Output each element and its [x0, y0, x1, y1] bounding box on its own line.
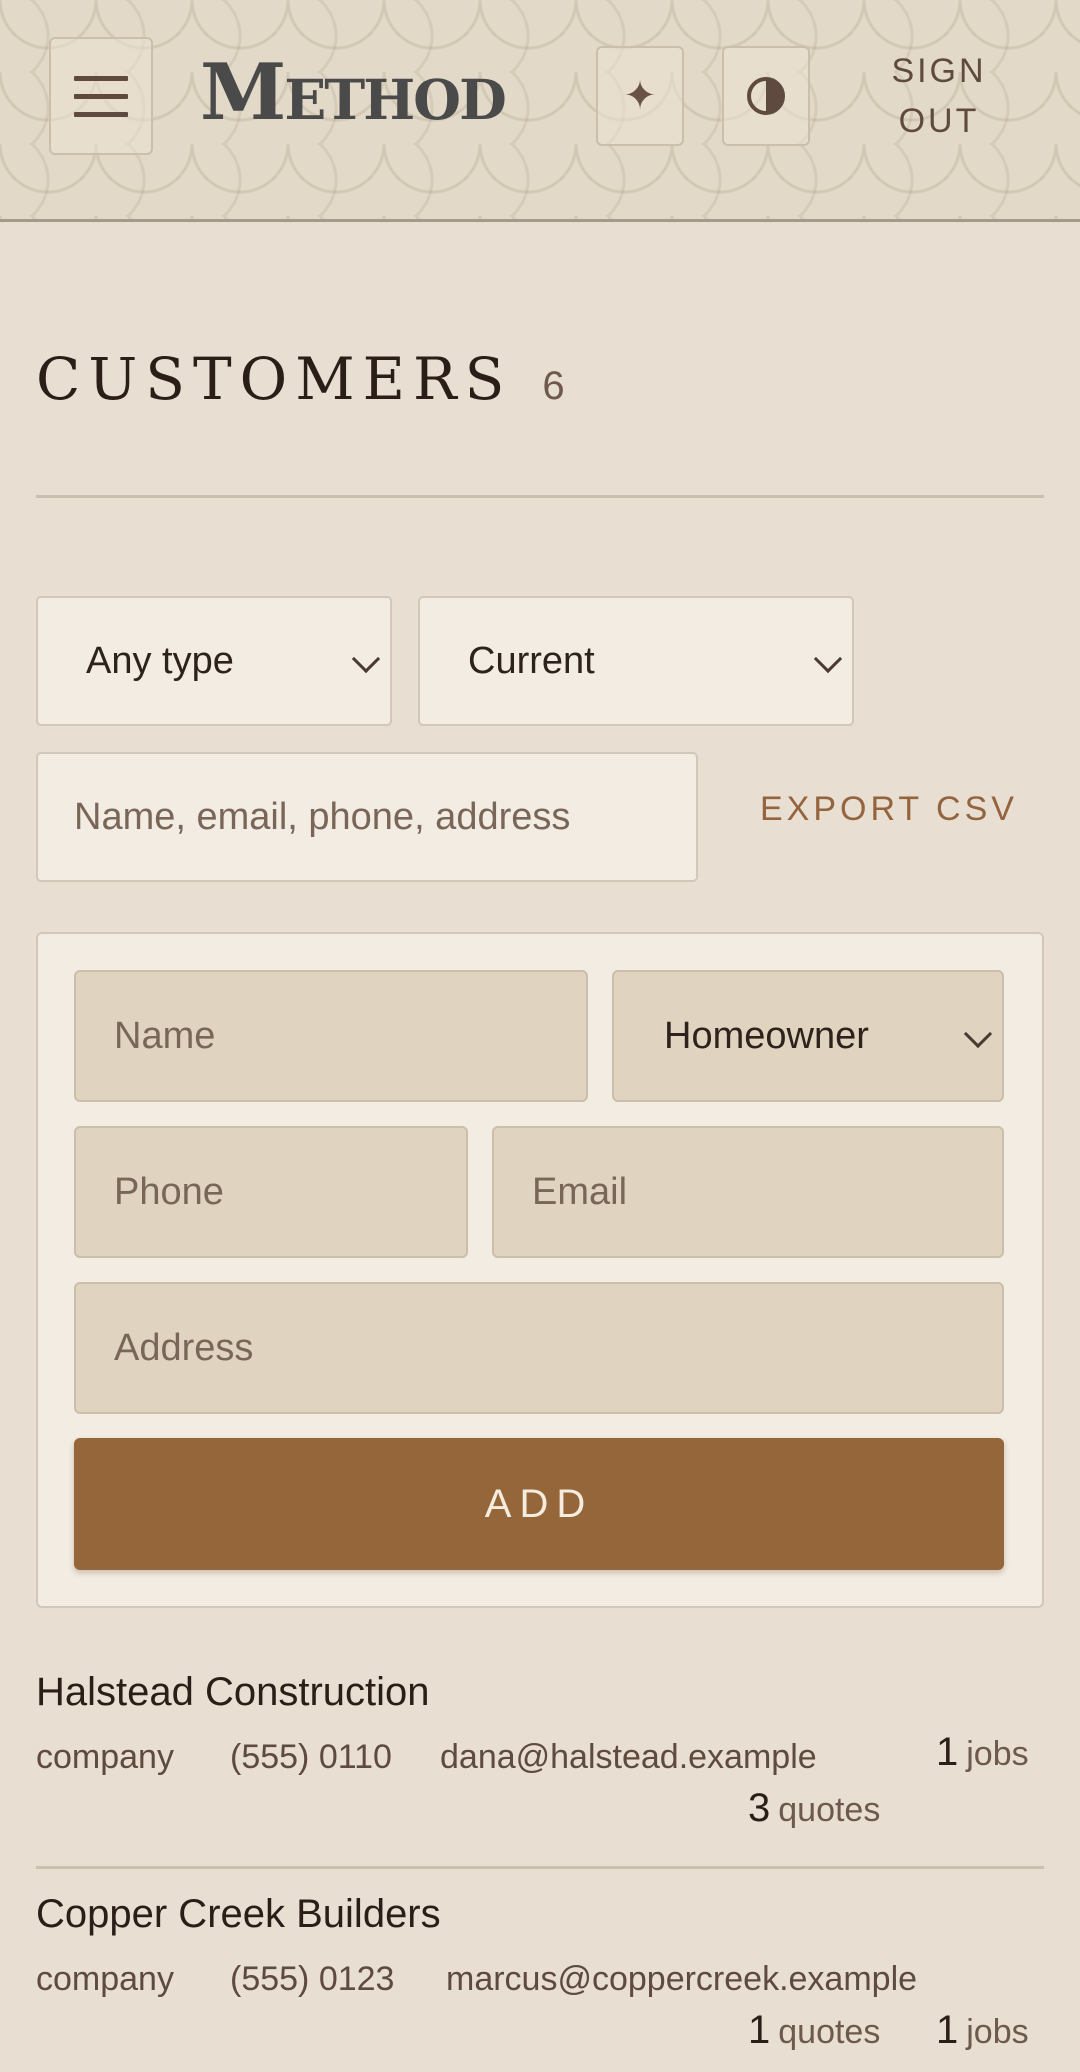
- menu-icon: [74, 76, 128, 117]
- export-csv-button[interactable]: EXPORT CSV: [760, 790, 1018, 829]
- phone-input[interactable]: Phone: [74, 1126, 468, 1258]
- address-placeholder: Address: [114, 1326, 254, 1369]
- page-title: CUSTOMERS: [36, 345, 513, 413]
- customer-jobs: 1 jobs: [936, 1730, 1029, 1775]
- jobs-count: 1: [936, 1730, 959, 1774]
- status-filter-select[interactable]: Current: [418, 596, 854, 726]
- customer-count: 6: [542, 364, 565, 408]
- email-input[interactable]: Email: [492, 1126, 1004, 1258]
- quotes-label: quotes: [778, 2013, 881, 2051]
- customer-phone[interactable]: (555) 0110: [230, 1738, 392, 1777]
- customer-phone[interactable]: (555) 0123: [230, 1960, 394, 1999]
- type-filter-select[interactable]: Any type: [36, 596, 392, 726]
- chevron-down-icon: [963, 1019, 993, 1049]
- sign-out-link[interactable]: SIGN OUT: [862, 46, 1016, 146]
- address-input[interactable]: Address: [74, 1282, 1004, 1414]
- add-customer-button[interactable]: ADD: [74, 1438, 1004, 1570]
- customer-jobs: 1 jobs: [936, 2008, 1029, 2053]
- title-divider: [36, 495, 1044, 498]
- sparkle-button[interactable]: ✦: [596, 46, 684, 146]
- chevron-down-icon: [813, 644, 843, 674]
- customer-name[interactable]: Halstead Construction: [36, 1670, 430, 1715]
- customer-kind: company: [36, 1960, 174, 1998]
- app-logo[interactable]: Method: [200, 48, 507, 138]
- status-filter-value: Current: [468, 639, 595, 682]
- quotes-count: 1: [748, 2008, 771, 2052]
- customer-kind: company: [36, 1738, 174, 1776]
- customer-kind-select[interactable]: Homeowner: [612, 970, 1004, 1102]
- menu-button[interactable]: [49, 37, 153, 155]
- customer-email[interactable]: dana@halstead.example: [440, 1738, 817, 1777]
- chevron-down-icon: [351, 644, 381, 674]
- name-input[interactable]: Name: [74, 970, 588, 1102]
- sparkle-icon: ✦: [623, 73, 657, 119]
- phone-placeholder: Phone: [114, 1170, 224, 1213]
- theme-toggle-button[interactable]: [722, 46, 810, 146]
- customer-name[interactable]: Copper Creek Builders: [36, 1892, 441, 1937]
- customer-quotes: 3 quotes: [748, 1786, 880, 1831]
- search-input[interactable]: Name, email, phone, address: [36, 752, 698, 882]
- customer-email[interactable]: marcus@coppercreek.example: [446, 1960, 917, 1999]
- search-placeholder: Name, email, phone, address: [74, 795, 571, 838]
- quotes-label: quotes: [778, 1791, 881, 1829]
- jobs-label: jobs: [966, 2013, 1029, 2051]
- list-divider: [36, 1866, 1044, 1869]
- customer-quotes: 1 quotes: [748, 2008, 880, 2053]
- type-filter-value: Any type: [86, 639, 234, 682]
- contrast-icon: [747, 77, 785, 115]
- page-title-row: CUSTOMERS 6: [36, 345, 565, 413]
- app-header: Method ✦ SIGN OUT: [0, 0, 1080, 222]
- email-placeholder: Email: [532, 1170, 628, 1213]
- quotes-count: 3: [748, 1786, 771, 1830]
- jobs-label: jobs: [966, 1735, 1029, 1773]
- jobs-count: 1: [936, 2008, 959, 2052]
- customer-kind-value: Homeowner: [664, 1014, 869, 1057]
- name-placeholder: Name: [114, 1014, 216, 1057]
